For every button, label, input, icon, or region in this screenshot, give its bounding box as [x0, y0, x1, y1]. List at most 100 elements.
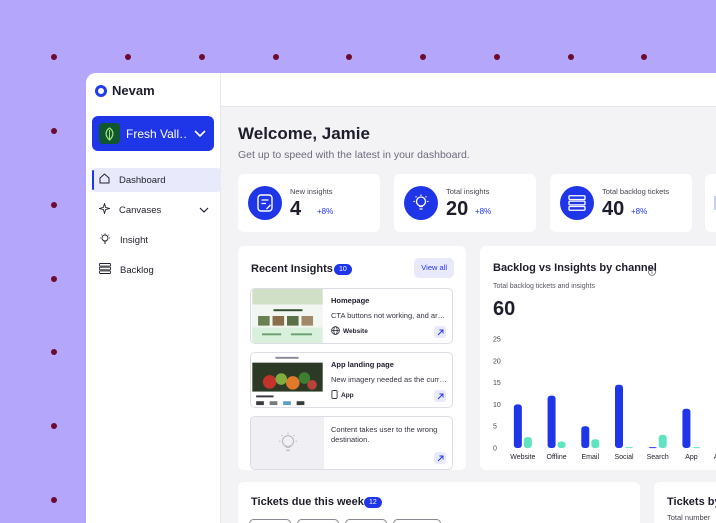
- x-tick-label: Website: [510, 454, 535, 461]
- filter-pill[interactable]: [249, 519, 291, 523]
- logo[interactable]: Nevam: [95, 83, 155, 98]
- insight-item-homepage[interactable]: Homepage CTA buttons not working, and ar…: [250, 288, 453, 344]
- document-icon: [248, 186, 282, 220]
- bar-website-series-1[interactable]: [513, 404, 522, 448]
- app-window: Nevam Fresh Vall… Dashboard Canvases Ins…: [86, 73, 716, 523]
- stat-card-partial: [705, 174, 716, 232]
- arrow-up-right-icon[interactable]: [434, 452, 446, 464]
- bar-search-series-1[interactable]: [648, 447, 657, 449]
- view-all-button[interactable]: View all: [414, 258, 454, 278]
- tickets-by-card: Tickets by Total number: [654, 482, 716, 523]
- stat-value: 4: [290, 198, 302, 220]
- recent-insights-title: Recent Insights: [251, 263, 333, 275]
- bar-offline-series-2[interactable]: [557, 441, 566, 448]
- backlog-chart-card: Backlog vs Insights by channel Total bac…: [480, 246, 716, 470]
- home-icon: [99, 173, 110, 187]
- lightbulb-icon: [404, 186, 438, 220]
- insight-tag: App: [331, 390, 354, 401]
- count-badge: 12: [364, 497, 382, 508]
- page-subtitle: Get up to speed with the latest in your …: [238, 149, 470, 161]
- logo-text: Nevam: [112, 83, 155, 98]
- bar-website-series-2[interactable]: [523, 437, 532, 448]
- insight-tag-label: App: [341, 392, 354, 399]
- y-tick-label: 0: [493, 446, 497, 453]
- stat-card-new-insights[interactable]: New insights 4 +8%: [238, 174, 380, 232]
- sidebar-item-label: Backlog: [120, 264, 154, 276]
- ticket-filter-pills: [249, 519, 441, 523]
- stat-delta: +8%: [317, 207, 334, 216]
- insight-tag-label: Website: [343, 328, 368, 335]
- y-tick-label: 20: [493, 358, 501, 365]
- sidebar-item-label: Canvases: [119, 204, 162, 216]
- app-thumbnail: [252, 353, 323, 407]
- sidebar-item-backlog[interactable]: Backlog: [92, 258, 221, 282]
- stat-delta: +8%: [475, 207, 492, 216]
- stat-value: 20: [446, 198, 469, 220]
- arrow-up-right-icon[interactable]: [434, 326, 446, 338]
- stat-delta: +8%: [631, 207, 648, 216]
- stat-label: New insights: [290, 187, 333, 196]
- y-tick-label: 5: [493, 424, 497, 431]
- chevron-down-icon[interactable]: [199, 205, 209, 216]
- filter-pill[interactable]: [345, 519, 387, 523]
- globe-icon: [331, 326, 340, 337]
- filter-pill[interactable]: [297, 519, 339, 523]
- arrow-up-right-icon[interactable]: [434, 390, 446, 402]
- bar-email-series-2[interactable]: [591, 439, 600, 448]
- website-thumbnail: [252, 289, 323, 343]
- stat-value: 40: [602, 198, 625, 220]
- sidebar-item-dashboard[interactable]: Dashboard: [92, 168, 221, 192]
- filter-pill[interactable]: [393, 519, 441, 523]
- bar-offline-series-1[interactable]: [547, 395, 556, 448]
- sidebar-item-label: Insight: [120, 234, 148, 246]
- stat-card-total-insights[interactable]: Total insights 20 +8%: [394, 174, 536, 232]
- bar-app-series-1[interactable]: [682, 408, 691, 448]
- insight-item-content[interactable]: Content takes user to the wrong destinat…: [250, 416, 453, 470]
- tickets-by-subtitle: Total number: [667, 513, 711, 522]
- insight-tag: Website: [331, 326, 368, 337]
- page-title: Welcome, Jamie: [238, 124, 370, 143]
- recent-insights-card: Recent Insights 10 View all Homepage CTA…: [238, 246, 466, 470]
- phone-icon: [331, 390, 338, 401]
- sidebar: Nevam Fresh Vall… Dashboard Canvases Ins…: [86, 73, 221, 523]
- leaf-icon: [99, 123, 120, 144]
- stat-label: Total backlog tickets: [602, 187, 670, 196]
- count-badge: 10: [334, 264, 352, 275]
- y-tick-label: 10: [493, 402, 501, 409]
- stat-label: Total insights: [446, 187, 490, 196]
- bar-app-series-2[interactable]: [692, 447, 701, 449]
- insight-item-app-landing[interactable]: App landing page New imagery needed as t…: [250, 352, 453, 408]
- tickets-by-title: Tickets by: [667, 496, 716, 508]
- sparkle-icon: [97, 201, 112, 217]
- lightbulb-icon: [251, 417, 324, 469]
- x-tick-label: Email: [582, 454, 600, 461]
- top-bar: [221, 73, 716, 107]
- insight-description: New imagery needed as the curr…: [331, 375, 447, 384]
- x-tick-label: Offline: [547, 454, 567, 461]
- sidebar-item-insight[interactable]: Insight: [92, 228, 221, 252]
- dashboard-main: Welcome, Jamie Get up to speed with the …: [221, 107, 716, 523]
- org-switcher[interactable]: Fresh Vall…: [92, 116, 214, 151]
- chevron-down-icon: [194, 125, 206, 143]
- bar-social-series-1[interactable]: [615, 384, 623, 448]
- insight-title: App landing page: [331, 360, 394, 369]
- insight-title: Homepage: [331, 296, 370, 305]
- sidebar-nav: Dashboard Canvases Insight Backlog: [92, 168, 221, 288]
- tickets-due-title: Tickets due this week: [251, 496, 364, 508]
- x-tick-label: Social: [614, 454, 634, 461]
- bar-chart: 0 5 10 15 20 25 Website Offline Email Social Searc…: [493, 337, 716, 462]
- logo-icon: [95, 84, 107, 97]
- x-tick-label: Search: [647, 454, 669, 461]
- insight-description: Content takes user to the wrong destinat…: [331, 425, 438, 444]
- tickets-due-card: Tickets due this week 12: [238, 482, 640, 523]
- bar-search-series-2[interactable]: [658, 434, 667, 448]
- sidebar-item-canvases[interactable]: Canvases: [92, 198, 221, 222]
- lightbulb-icon: [99, 232, 111, 248]
- y-tick-label: 15: [493, 380, 501, 387]
- bar-social-series-2[interactable]: [625, 447, 633, 449]
- y-tick-label: 25: [493, 337, 501, 344]
- stack-icon: [99, 263, 111, 277]
- sidebar-item-label: Dashboard: [119, 174, 166, 186]
- stat-card-backlog-tickets[interactable]: Total backlog tickets 40 +8%: [550, 174, 692, 232]
- bar-email-series-1[interactable]: [581, 426, 590, 448]
